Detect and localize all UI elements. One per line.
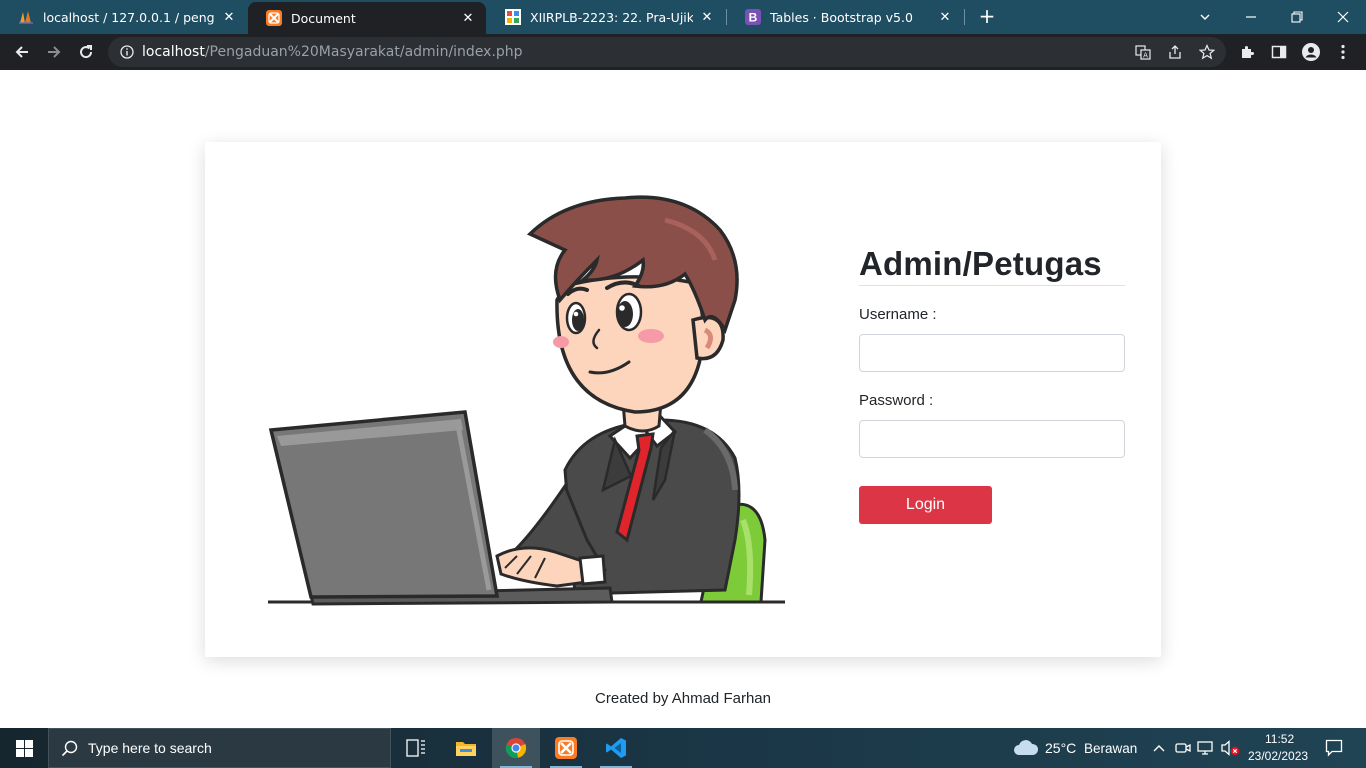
tab-title: localhost / 127.0.0.1 / pengaduan [43,9,215,25]
svg-text:A: A [1143,52,1148,60]
side-panel-icon[interactable] [1270,43,1288,61]
password-label: Password : [859,392,934,409]
info-icon[interactable] [120,45,134,59]
arrow-left-icon [15,46,28,58]
vscode-taskbar-button[interactable] [592,728,640,768]
username-input[interactable] [859,334,1125,372]
tab-bootstrap[interactable]: B Tables · Bootstrap v5.0 ✕ [727,0,963,34]
search-icon [61,740,78,757]
moodle-icon [505,9,521,25]
login-form: Admin/Petugas Username : Password : Logi… [859,242,1125,524]
chrome-icon [505,738,527,759]
close-icon[interactable]: ✕ [460,11,476,26]
windows-logo-icon [15,739,33,757]
reload-icon [80,45,93,59]
page-viewport: Admin/Petugas Username : Password : Logi… [0,70,1366,728]
password-input[interactable] [859,420,1125,458]
arrow-right-icon [48,46,61,58]
reload-button[interactable] [72,38,100,66]
volume-muted-icon[interactable] [1220,739,1242,757]
back-button[interactable] [8,38,36,66]
xampp-taskbar-button[interactable] [542,728,590,768]
profile-icon[interactable] [1302,43,1320,61]
windows-taskbar: Type here to search 25°C Berawan 11:52 2… [0,728,1366,768]
folder-icon [456,742,476,756]
extensions-icon[interactable] [1238,43,1256,61]
browser-toolbar: localhost/Pengaduan%20Masyarakat/admin/i… [0,34,1366,70]
clock-time[interactable]: 11:52 [1265,732,1294,746]
restore-icon [1291,11,1303,23]
address-bar[interactable]: localhost/Pengaduan%20Masyarakat/admin/i… [108,37,1226,67]
chevron-down-icon [1200,14,1210,20]
weather-cloud-icon[interactable] [1013,739,1039,757]
tab-separator [964,9,965,25]
weather-temperature[interactable]: 25°C [1045,740,1076,756]
chevron-up-icon[interactable] [1150,739,1168,757]
url-host: localhost [142,44,205,60]
meet-now-icon[interactable] [1174,739,1192,757]
close-icon[interactable]: ✕ [937,10,953,25]
url-path: /Pengaduan%20Masyarakat/admin/index.php [204,44,523,60]
tab-phpmyadmin[interactable]: localhost / 127.0.0.1 / pengaduan ✕ [0,0,247,34]
network-icon[interactable] [1197,739,1215,757]
bootstrap-icon: B [745,9,761,25]
file-explorer-button[interactable] [442,728,490,768]
forward-button[interactable] [40,38,68,66]
phpmyadmin-icon [18,9,34,25]
svg-text:B: B [749,11,758,25]
restore-button[interactable] [1274,0,1320,34]
minimize-icon [1246,16,1256,18]
share-icon[interactable] [1167,44,1183,60]
chrome-taskbar-button[interactable] [492,728,540,768]
search-placeholder: Type here to search [88,740,212,756]
form-heading: Admin/Petugas [859,242,1125,286]
username-label: Username : [859,306,937,323]
footer-credit: Created by Ahmad Farhan [595,690,771,707]
tab-moodle[interactable]: XIIRPLB-2223: 22. Pra-Ujikom jam ✕ [487,0,725,34]
login-card: Admin/Petugas Username : Password : Logi… [205,142,1161,657]
close-window-button[interactable] [1320,0,1366,34]
task-view-button[interactable] [392,728,440,768]
menu-dots-icon[interactable] [1334,43,1352,61]
office-worker-illustration [268,195,785,606]
xampp-icon [266,10,282,26]
login-button[interactable]: Login [859,486,992,524]
task-view-icon [406,739,425,757]
browser-tab-strip: localhost / 127.0.0.1 / pengaduan ✕ Docu… [0,0,1366,34]
minimize-button[interactable] [1228,0,1274,34]
vscode-icon [606,738,626,758]
close-icon[interactable]: ✕ [221,10,237,25]
taskbar-search[interactable]: Type here to search [48,728,391,768]
tab-title: XIIRPLB-2223: 22. Pra-Ujikom jam [530,9,693,25]
tab-title: Document [291,10,356,26]
tab-document[interactable]: Document ✕ [248,2,486,34]
xampp-icon [555,737,577,759]
clock-date[interactable]: 23/02/2023 [1248,749,1308,763]
notification-icon[interactable] [1324,738,1344,758]
start-button[interactable] [0,728,48,768]
tab-title: Tables · Bootstrap v5.0 [770,9,913,25]
bookmark-star-icon[interactable] [1199,44,1215,60]
translate-icon[interactable]: A [1135,44,1151,60]
close-icon[interactable]: ✕ [699,10,715,25]
close-icon [1337,11,1349,23]
tab-search-button[interactable] [1182,0,1228,34]
weather-condition[interactable]: Berawan [1084,741,1137,756]
new-tab-button[interactable]: + [976,5,998,27]
